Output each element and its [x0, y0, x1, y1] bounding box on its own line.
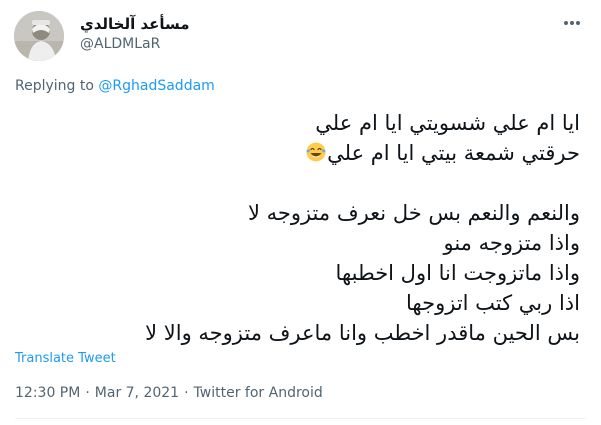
avatar[interactable] — [14, 11, 64, 61]
tweet-line: والنعم والنعم بس خل نعرف متزوجه لا — [247, 201, 580, 225]
face-with-tears-of-joy-icon — [306, 142, 326, 162]
tweet-line: بس الحين ماقدر اخطب وانا ماعرف متزوجه وا… — [145, 321, 580, 345]
tweet-line: واذا متزوجه منو — [443, 231, 581, 255]
reply-context: Replying to @RghadSaddam — [15, 78, 215, 94]
tweet-line: اذا ربي كتب اتزوجها — [406, 291, 580, 315]
translate-tweet-link[interactable]: Translate Tweet — [15, 351, 116, 366]
tweet-line: واذا ماتزوجت انا اول اخطبها — [335, 261, 580, 285]
more-options-button[interactable] — [559, 13, 585, 33]
tweet-card: مسأعد آلخالدي @ALDMLaR Replying to @Rgha… — [0, 0, 601, 425]
author-display-name[interactable]: مسأعد آلخالدي — [80, 15, 190, 33]
author-handle[interactable]: @ALDMLaR — [80, 36, 160, 52]
tweet-line: ايا ام علي شسويتي ايا ام علي — [315, 111, 580, 135]
more-dots-icon — [564, 21, 580, 25]
divider — [15, 418, 586, 419]
tweet-source[interactable]: Twitter for Android — [194, 385, 323, 401]
reply-mention-link[interactable]: @RghadSaddam — [98, 78, 214, 94]
tweet-time[interactable]: 12:30 PM — [15, 385, 80, 401]
avatar-photo-icon — [14, 11, 64, 61]
reply-prefix: Replying to — [15, 78, 99, 94]
meta-separator: · — [85, 385, 90, 401]
tweet-metadata: 12:30 PM · Mar 7, 2021 · Twitter for Android — [15, 385, 323, 401]
tweet-text: ايا ام علي شسويتي ايا ام علي حرقتي شمعة … — [100, 108, 580, 348]
tweet-line-with-emoji: حرقتي شمعة بيتي ايا ام علي — [100, 138, 580, 168]
meta-separator: · — [184, 385, 189, 401]
tweet-date[interactable]: Mar 7, 2021 — [95, 385, 179, 401]
tweet-line: حرقتي شمعة بيتي ايا ام علي — [327, 141, 580, 165]
